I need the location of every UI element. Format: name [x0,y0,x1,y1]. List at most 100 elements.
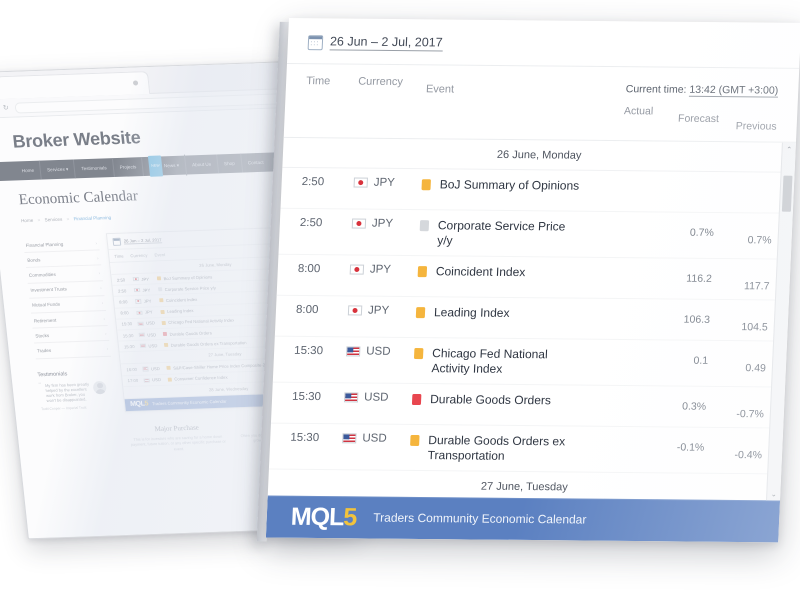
nav-item-label: Services ▾ [46,166,69,173]
event-time: 15:30 [291,390,322,404]
event-time: 15:30 [293,344,324,358]
currency-code: JPY [367,304,390,317]
importance-indicator [167,377,172,382]
previous-value: 0.49 [745,362,767,375]
mini-currency-code: JPY [142,287,151,293]
actual-value [581,219,648,246]
previous-value [716,179,775,194]
mini-event-currency: JPY [135,298,160,304]
previous-value: 104.5 [741,321,768,334]
event-row[interactable]: 15:30 USD Durable Goods Orders ex Transpor… [268,423,784,475]
chevron-right-icon: › [98,270,101,276]
mini-currency-code: USD [151,377,162,383]
event-label[interactable]: Leading Index [434,305,510,321]
mini-event-label: BoJ Summary of Opinions [163,274,213,281]
event-values [584,178,775,194]
actual-value [579,265,646,292]
nav-item-projects[interactable]: Projects [112,157,145,178]
mini-event-currency: JPY [132,276,158,282]
currency-code: JPY [373,176,396,189]
nav-item-label: Testimonials [81,165,107,172]
sidebar: Financial Planning › Bonds › Commodities › Inv… [22,233,124,476]
calendar-header: 26 Jun – 2 Jul, 2017 [286,18,800,69]
chevron-right-icon: › [103,315,106,321]
mini-event-time: 17:00 [127,377,139,384]
breadcrumb-home[interactable]: Home [21,218,34,223]
column-header-previous: Previous [735,120,777,133]
previous-value: -0.4% [734,449,763,462]
mini-event-label: S&P/Case-Shiller Home Price Index Compos… [172,361,275,371]
event-label[interactable]: Chicago Fed National Activity Index [431,346,576,377]
event-currency: JPY [347,303,417,317]
mql5-logo[interactable]: MQL5 [290,502,357,531]
importance-indicator [157,287,163,292]
nav-item-news[interactable]: NEW News ▾ [142,154,188,177]
flag-icon-jp [347,305,363,316]
site-logo[interactable]: Broker Website [12,121,317,152]
flag-icon-jp [132,276,140,282]
actual-value [572,433,639,460]
importance-indicator [156,276,162,281]
sidebar-item-trades[interactable]: Trades › [34,341,111,359]
scroll-up-button[interactable]: ⌃ [782,143,796,156]
scroll-down-button[interactable]: ⌄ [767,487,781,500]
forecast-value: 0.7% [689,226,715,239]
mini-event-time: 8:00 [118,299,128,305]
mini-event-name: Corporate Service Price y/y [157,285,216,292]
importance-indicator [161,320,166,325]
breadcrumb-services[interactable]: Services [44,217,62,223]
tab-close-icon[interactable] [132,80,139,86]
date-range-selector[interactable]: 26 Jun – 2 Jul, 2017 [329,34,443,52]
mini-date-range[interactable]: 26 Jun – 2 Jul, 2017 [123,237,162,245]
nav-item-label: About Us [191,161,212,168]
testimonial-item: “ My firm has been greatly helped by the… [38,380,115,403]
event-label[interactable]: Coincident Index [436,264,526,280]
nav-item-contact[interactable]: Contact [241,153,271,173]
event-row[interactable]: 8:00 JPY Leading Index 106.3 104.5 [274,295,789,342]
mini-event-time: 15:30 [122,332,134,338]
nav-item-home[interactable]: Home [14,160,43,181]
economic-calendar-window: 26 Jun – 2 Jul, 2017 Time Currency Event… [256,18,800,543]
scene: ← ↻ Broker Website HomeServices ▾Testimo… [0,0,800,594]
event-row[interactable]: 2:50 JPY BoJ Summary of Opinions [280,167,795,214]
flag-icon-jp [349,264,365,275]
nav-item-aboutus[interactable]: About Us [185,154,219,175]
event-row[interactable]: 15:30 USD Chicago Fed National Activity In… [272,336,788,388]
event-values: 0.7% 0.7% [581,219,772,247]
calendar-icon [307,34,324,50]
event-label[interactable]: Durable Goods Orders [430,392,551,408]
mini-currency-code: USD [148,342,158,349]
mql5-logo: MQL5 [129,400,149,409]
event-row[interactable]: 8:00 JPY Coincident Index 116.2 117.7 [276,254,791,301]
event-label[interactable]: Corporate Service Price y/y [437,218,582,249]
event-label[interactable]: Durable Goods Orders ex Transportation [427,433,572,464]
mini-event-time: 15:30 [121,321,133,327]
reload-icon[interactable]: ↻ [3,104,11,111]
currency-code: USD [363,391,389,404]
actual-value [577,306,644,333]
event-name-cell: BoJ Summary of Opinions [421,176,584,194]
previous-value: 0.7% [747,234,772,247]
importance-indicator [163,343,169,348]
actual-value [573,393,640,420]
previous-value: -0.7% [736,408,765,421]
event-name-cell: Corporate Service Price y/y [419,217,582,250]
event-name-cell: Chicago Fed National Activity Index [413,345,576,378]
event-row[interactable]: 2:50 JPY Corporate Service Price y/y 0.7% 0.… [278,208,793,260]
nav-item-shop[interactable]: Shop [216,153,243,174]
mini-event-name: Consumer Confidence Index [167,374,228,382]
event-row[interactable]: 15:30 USD Durable Goods Orders 0.3% -0.7% [270,382,786,429]
importance-indicator [411,393,422,406]
scrollbar-thumb[interactable] [781,175,793,212]
mini-event-currency: USD [139,342,165,349]
event-time: 2:50 [299,216,323,230]
mini-event-label: Consumer Confidence Index [174,374,228,382]
event-name-cell: Durable Goods Orders [411,391,575,409]
event-currency: JPY [349,262,419,276]
event-label[interactable]: BoJ Summary of Opinions [439,177,579,193]
sidebar-item-label: Financial Planning [25,241,64,248]
event-values: -0.1% -0.4% [572,433,763,461]
nav-item-testimonials[interactable]: Testimonials [74,158,115,179]
importance-indicator [421,179,431,191]
nav-item-services[interactable]: Services ▾ [40,159,77,180]
